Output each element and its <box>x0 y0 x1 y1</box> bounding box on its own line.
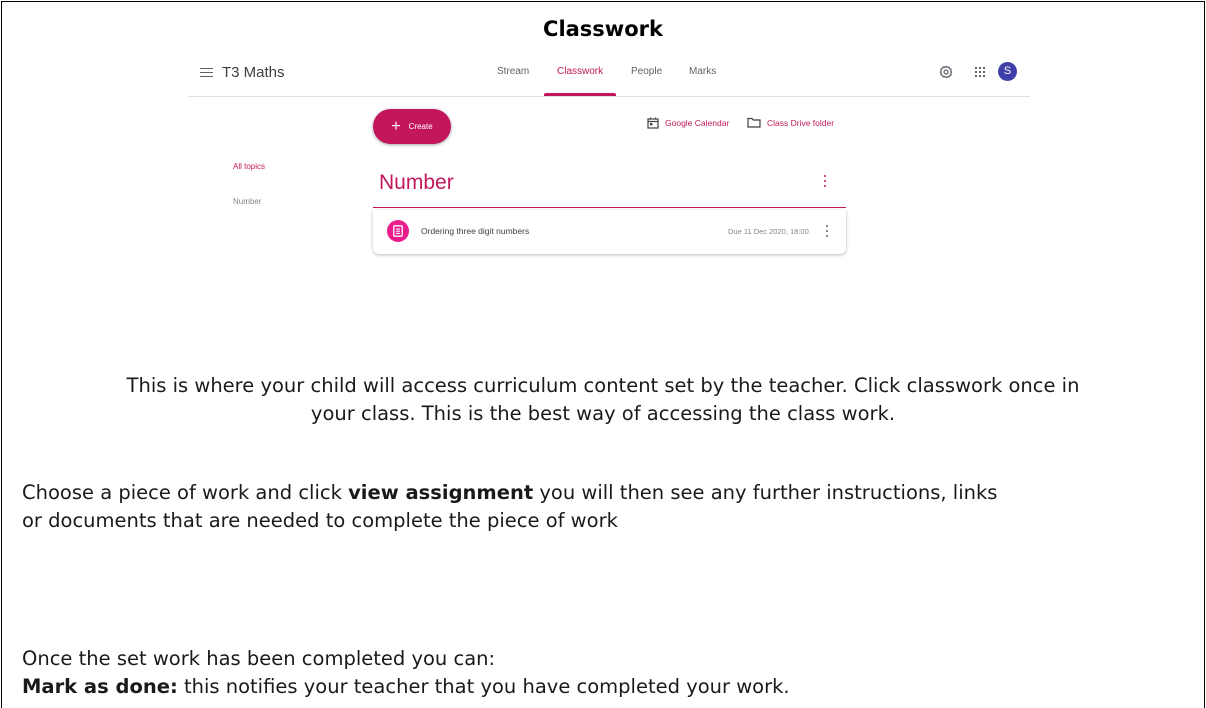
header-divider <box>188 96 1030 97</box>
google-calendar-label: Google Calendar <box>665 118 730 128</box>
tab-stream[interactable]: Stream <box>497 66 529 77</box>
assignment-due-date: Due 11 Dec 2020, 18:00 <box>728 227 809 236</box>
tab-classwork[interactable]: Classwork <box>557 66 603 77</box>
google-calendar-link[interactable]: Google Calendar <box>647 117 729 129</box>
intro-paragraph: This is where your child will access cur… <box>0 372 1206 428</box>
calendar-icon <box>647 117 659 129</box>
intro-line-2: your class. This is the best way of acce… <box>310 402 896 425</box>
assignment-title: Ordering three digit numbers <box>421 226 530 236</box>
assignment-card[interactable]: Ordering three digit numbers Due 11 Dec … <box>373 210 846 254</box>
intro-line-1: This is where your child will access cur… <box>126 374 1080 397</box>
mark-as-done-description: this notifies your teacher that you have… <box>177 675 790 698</box>
topic-title: Number <box>379 171 454 194</box>
mark-as-done-line: Mark as done: this notifies your teacher… <box>22 673 1192 701</box>
tab-bar: Stream Classwork People Marks <box>0 66 1206 94</box>
class-drive-folder-label: Class Drive folder <box>767 117 835 128</box>
text-segment: Choose a piece of work and click <box>22 481 349 504</box>
tab-marks[interactable]: Marks <box>689 66 716 77</box>
view-assignment-line-2: or documents that are needed to complete… <box>22 509 618 532</box>
sidebar-item-all-topics[interactable]: All topics <box>233 162 265 171</box>
completion-intro: Once the set work has been completed you… <box>22 647 496 670</box>
document-title: Classwork <box>543 17 663 41</box>
class-drive-folder-link[interactable]: Class Drive folder <box>747 117 834 128</box>
mark-as-done-term: Mark as done: <box>22 675 178 698</box>
view-assignment-line-1: Choose a piece of work and click view as… <box>22 479 1192 507</box>
text-segment: you will then see any further instructio… <box>533 481 998 504</box>
avatar[interactable]: S <box>998 62 1017 81</box>
create-label: Create <box>408 122 433 131</box>
assignment-icon <box>387 220 409 242</box>
topic-divider <box>373 207 846 208</box>
create-button[interactable]: + Create <box>373 109 451 144</box>
document-frame <box>1 1 1205 708</box>
view-assignment-paragraph: Choose a piece of work and click view as… <box>22 479 1192 535</box>
settings-icon[interactable] <box>939 65 953 79</box>
topic-more-icon[interactable] <box>823 175 827 189</box>
view-assignment-term: view assignment <box>348 481 534 504</box>
folder-icon <box>747 117 761 128</box>
more-vert-icon[interactable] <box>825 225 829 239</box>
tab-people[interactable]: People <box>631 66 662 77</box>
apps-icon[interactable] <box>975 67 985 77</box>
sidebar-item-number[interactable]: Number <box>233 197 261 206</box>
plus-icon: + <box>391 117 401 135</box>
